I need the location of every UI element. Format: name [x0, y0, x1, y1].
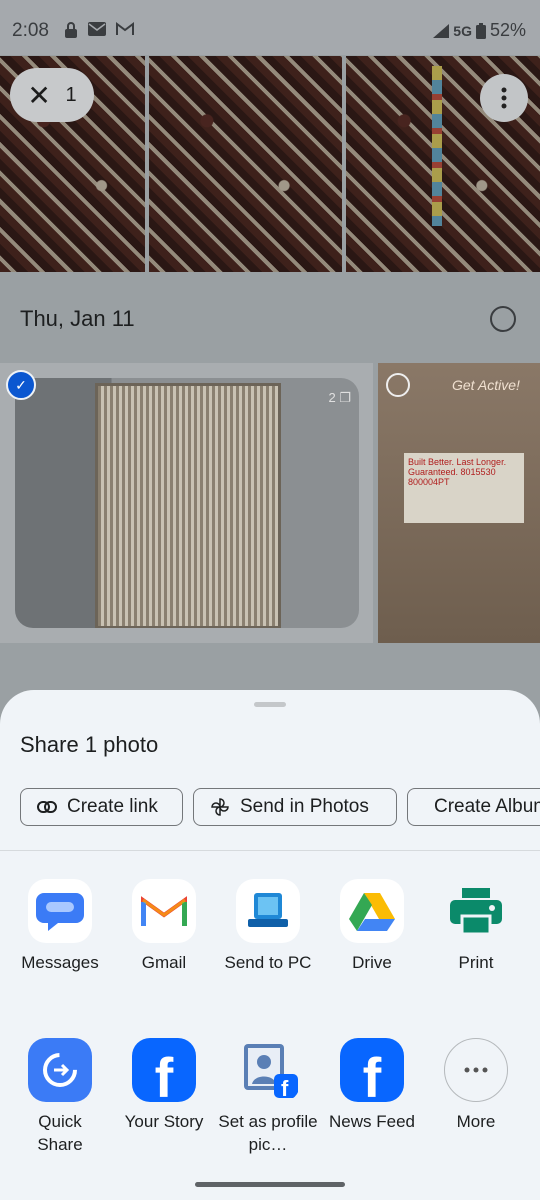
- more-vert-icon: [501, 87, 507, 109]
- app-label: Messages: [21, 953, 99, 972]
- status-icons: [64, 22, 134, 38]
- mail-icon: [88, 22, 106, 36]
- send-to-pc-icon: [236, 879, 300, 943]
- messages-icon: [28, 879, 92, 943]
- pinwheel-icon: [211, 798, 229, 816]
- stack-indicator: 2 ❐: [328, 390, 351, 406]
- photo-thumb-box[interactable]: Get Active! Built Better. Last Longer. G…: [378, 363, 540, 643]
- create-album-label: Create Album: [434, 796, 540, 817]
- date-group-header: Thu, Jan 11: [0, 280, 540, 360]
- facebook-icon: f: [340, 1038, 404, 1102]
- app-label: News Feed: [329, 1112, 415, 1131]
- app-drive[interactable]: Drive: [320, 879, 424, 974]
- drag-handle[interactable]: [254, 702, 286, 707]
- drive-icon: [340, 879, 404, 943]
- select-date-checkbox[interactable]: [490, 306, 516, 332]
- radiator-photo: 2 ❐: [15, 378, 359, 628]
- stack-count: 2: [328, 390, 336, 405]
- gmail-app-icon: [132, 879, 196, 943]
- box-text: Get Active!: [452, 377, 520, 393]
- select-photo-checkbox[interactable]: [386, 373, 410, 397]
- app-label: Quick Share: [37, 1112, 83, 1154]
- app-set-profile-pic[interactable]: f Set as profile pic…: [216, 1038, 320, 1156]
- app-label: Print: [458, 953, 494, 972]
- app-more[interactable]: More: [424, 1038, 528, 1133]
- box-label: Built Better. Last Longer. Guaranteed. 8…: [404, 453, 524, 523]
- stack-icon: ❐: [339, 390, 351, 405]
- clear-selection-button[interactable]: ✕ 1: [10, 68, 94, 122]
- share-sheet: Share 1 photo Create link Send in Photos…: [0, 690, 540, 1200]
- app-label: Your Story: [124, 1112, 204, 1131]
- gmail-icon: [116, 22, 134, 35]
- lock-icon: [65, 22, 77, 38]
- status-bar: 2:08 5G 52%: [0, 0, 540, 60]
- create-link-label: Create link: [67, 796, 158, 817]
- app-label: Drive: [352, 953, 392, 972]
- app-quick-share[interactable]: Quick Share: [8, 1038, 112, 1156]
- lego-tower: [432, 66, 442, 226]
- date-label: Thu, Jan 11: [20, 306, 135, 331]
- link-icon: [37, 801, 57, 813]
- svg-text:f: f: [281, 1076, 289, 1101]
- network-label: 5G: [453, 22, 472, 39]
- overflow-menu-button[interactable]: [480, 74, 528, 122]
- battery-percent: 52%: [489, 20, 526, 40]
- selected-check-icon[interactable]: ✓: [6, 370, 36, 400]
- create-link-chip[interactable]: Create link: [20, 788, 183, 826]
- app-news-feed[interactable]: f News Feed: [320, 1038, 424, 1133]
- send-in-photos-label: Send in Photos: [240, 796, 369, 817]
- status-time: 2:08: [12, 20, 49, 41]
- facebook-icon: f: [132, 1038, 196, 1102]
- app-label: More: [456, 1112, 496, 1131]
- share-title: Share 1 photo: [20, 732, 159, 757]
- radiator-core: [95, 383, 281, 628]
- print-icon: [444, 879, 508, 943]
- app-label: Set as profile pic…: [218, 1112, 318, 1154]
- app-print[interactable]: Print: [424, 879, 528, 974]
- more-horiz-icon: [444, 1038, 508, 1102]
- app-gmail[interactable]: Gmail: [112, 879, 216, 974]
- sheet-divider: [0, 850, 540, 851]
- status-right: 5G 52%: [433, 20, 526, 41]
- create-album-chip[interactable]: Create Album: [407, 788, 540, 826]
- gesture-nav-bar[interactable]: [195, 1182, 345, 1187]
- battery-icon: [475, 22, 486, 39]
- send-in-photos-chip[interactable]: Send in Photos: [193, 788, 397, 826]
- quick-share-icon: [28, 1038, 92, 1102]
- app-label: Send to PC: [224, 953, 312, 972]
- app-send-to-pc[interactable]: Send to PC: [216, 879, 320, 974]
- profile-pic-icon: f: [236, 1038, 300, 1102]
- selected-photo-tile[interactable]: 2 ❐: [0, 363, 373, 643]
- close-icon: ✕: [27, 79, 51, 111]
- signal-icon: [433, 23, 450, 38]
- photo-thumb-2[interactable]: [149, 56, 342, 272]
- app-label: Gmail: [141, 953, 187, 972]
- app-your-story[interactable]: f Your Story: [112, 1038, 216, 1133]
- selection-count: 1: [65, 83, 77, 106]
- app-messages[interactable]: Messages: [8, 879, 112, 974]
